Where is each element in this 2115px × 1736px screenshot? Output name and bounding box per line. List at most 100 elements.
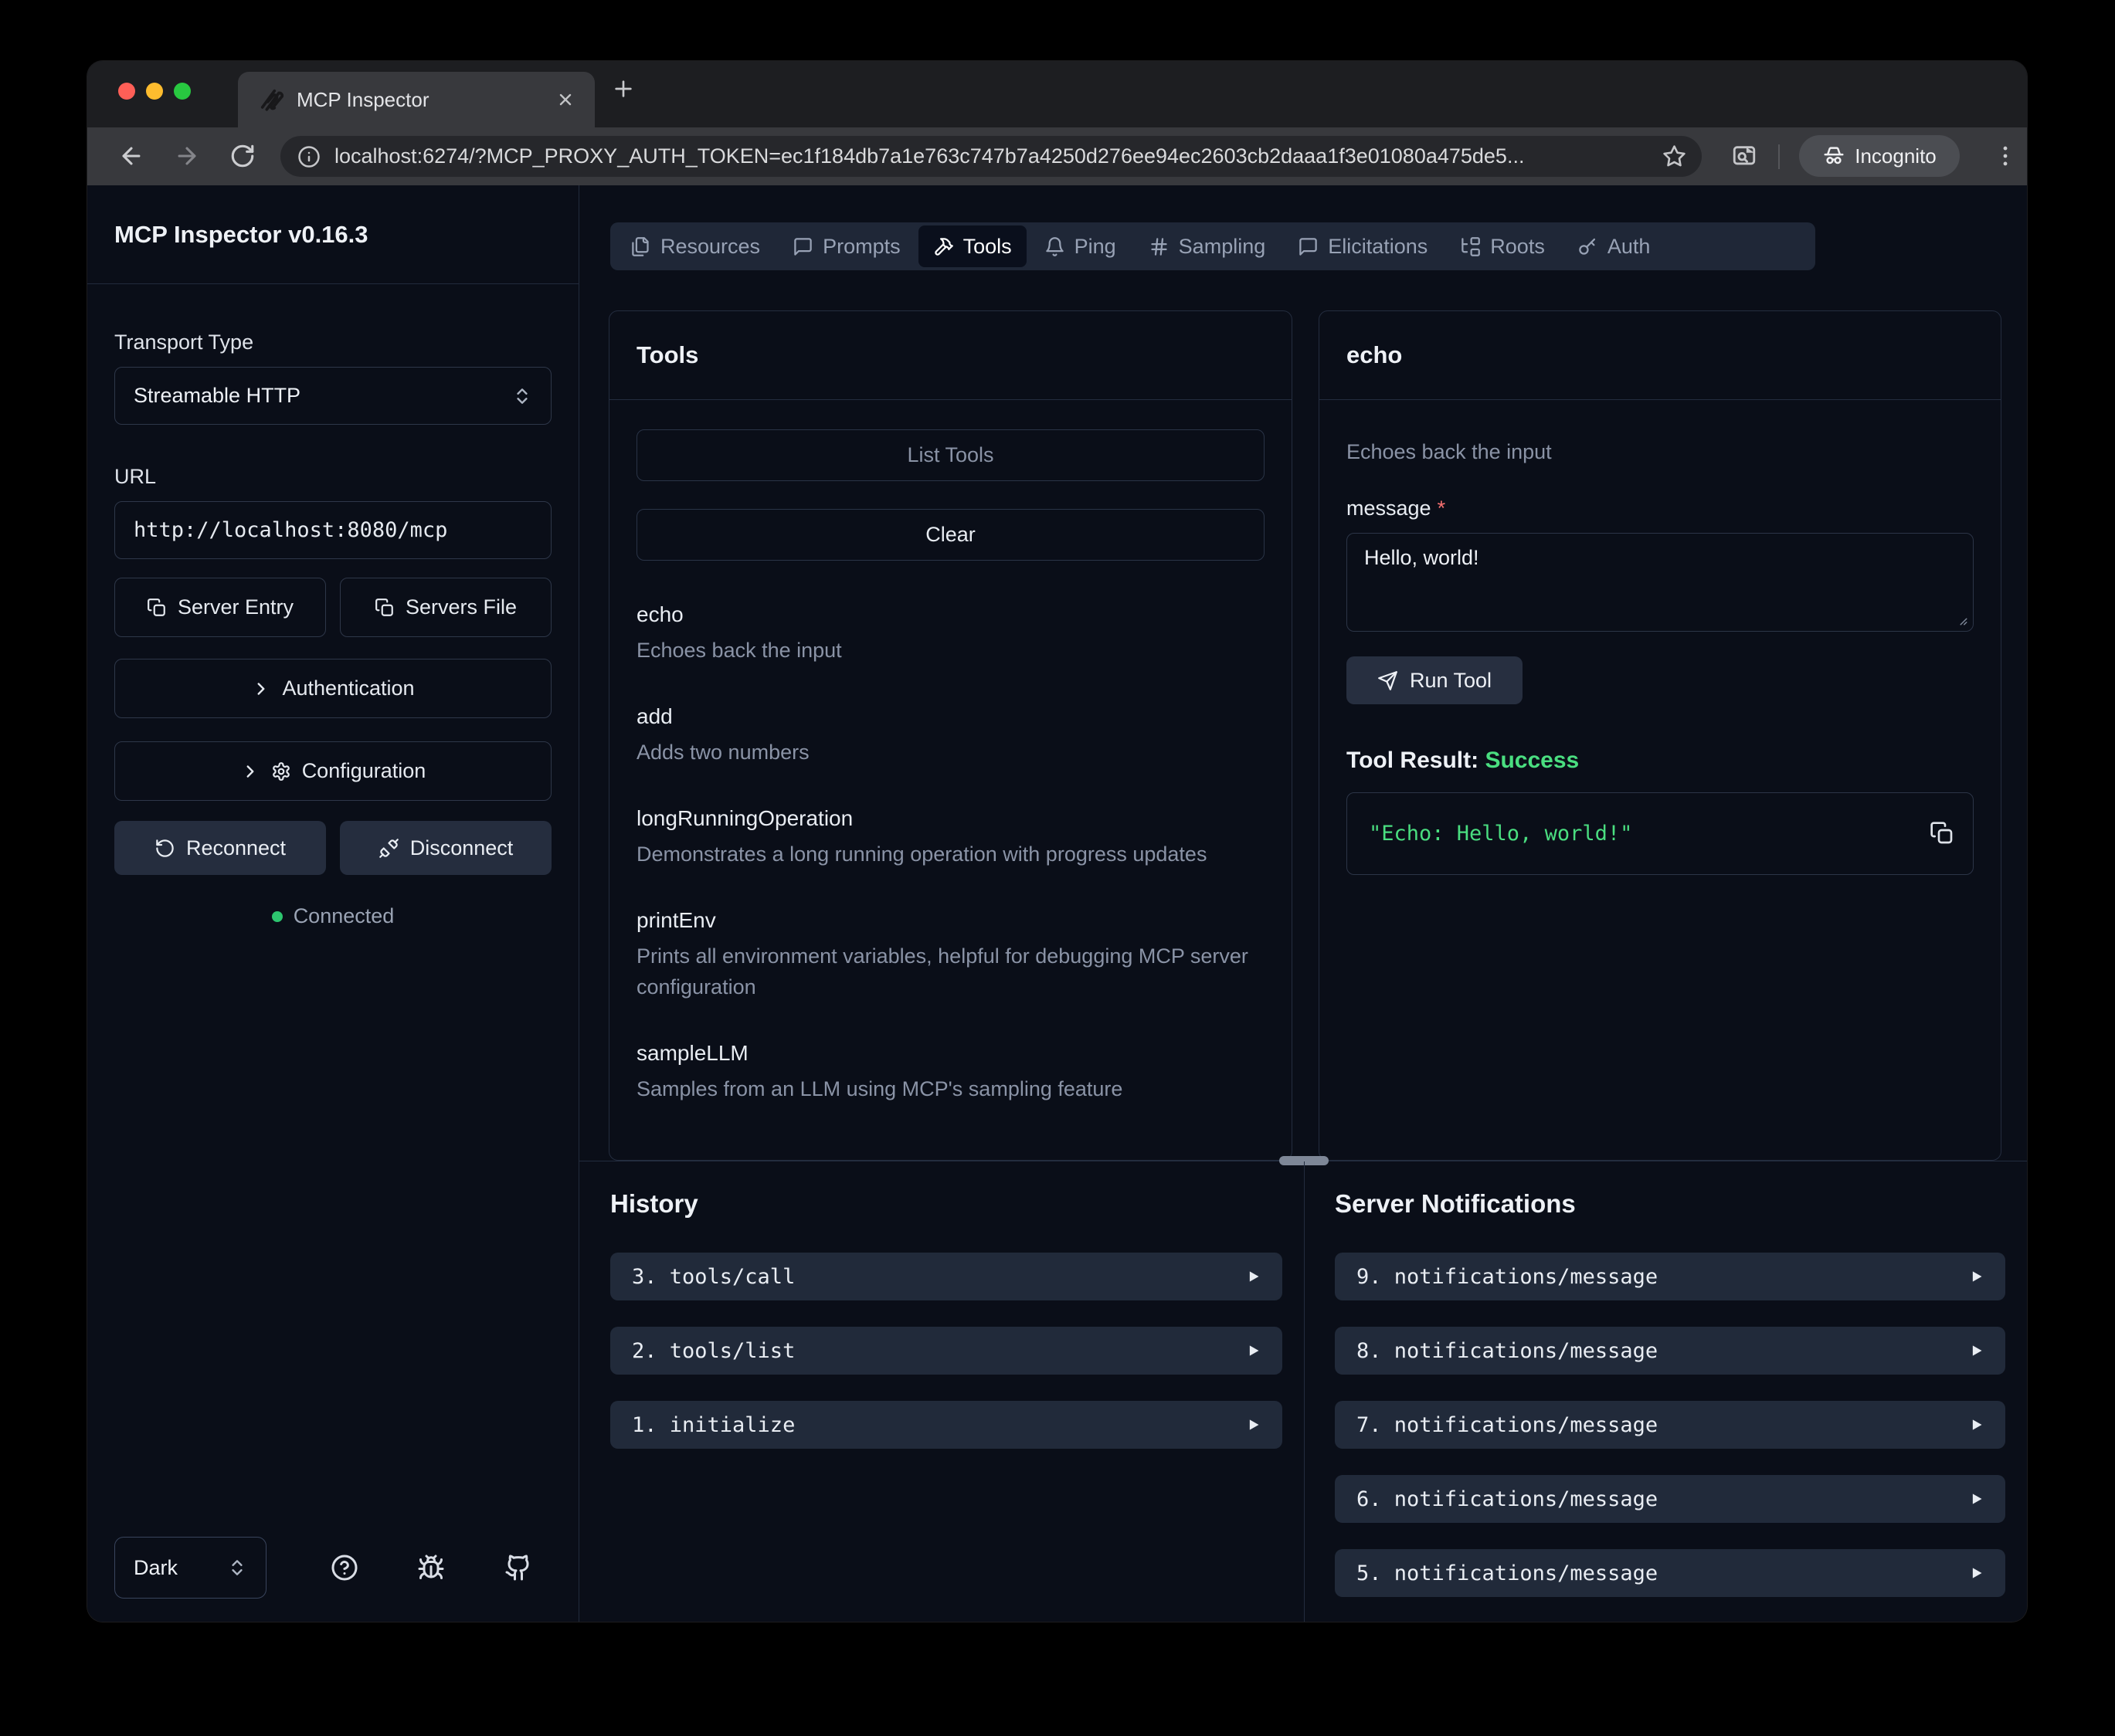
reconnect-label: Reconnect [186,836,286,860]
tool-description: Echoes back the input [637,635,1265,666]
tool-name: add [637,704,1265,729]
expand-play-icon [1968,1491,1984,1507]
reconnect-button[interactable]: Reconnect [114,821,326,875]
tab-elicitations[interactable]: Elicitations [1283,227,1442,266]
server-url-input[interactable]: http://localhost:8080/mcp [114,501,552,559]
tool-item-longrunningoperation[interactable]: longRunningOperation Demonstrates a long… [637,806,1265,870]
tab-search-icon[interactable] [1731,143,1757,169]
browser-window: MCP Inspector localhost:6274/?MCP_PROXY_… [87,61,2027,1622]
help-icon[interactable] [331,1554,358,1582]
expand-play-icon [1245,1417,1261,1433]
tab-sampling[interactable]: Sampling [1134,227,1281,266]
url-label: URL [114,465,552,489]
tool-detail-title: echo [1319,311,2001,400]
unplug-icon [379,838,399,859]
notification-entry: 9. notifications/message [1356,1265,1658,1289]
theme-select[interactable]: Dark [114,1537,266,1599]
connection-status: Connected [114,904,552,928]
history-panel: History 3. tools/call 2. tools/list 1. i… [610,1189,1282,1449]
tab-close-icon[interactable] [556,90,575,109]
param-name: message [1346,497,1431,520]
message-input[interactable]: Hello, world! [1346,533,1974,632]
param-label: message * [1346,497,1974,520]
notification-row[interactable]: 7. notifications/message [1335,1401,2005,1449]
server-entry-button[interactable]: Server Entry [114,578,326,637]
expand-play-icon [1968,1565,1984,1581]
section-tabs: Resources Prompts Tools Ping [610,222,1815,270]
list-tools-button[interactable]: List Tools [637,429,1265,481]
browser-tab[interactable]: MCP Inspector [238,72,595,127]
required-asterisk: * [1438,497,1446,520]
message-value: Hello, world! [1364,546,1479,569]
hammer-icon [933,236,954,257]
expand-play-icon [1968,1417,1984,1433]
expand-play-icon [1245,1269,1261,1284]
new-tab-button[interactable] [611,76,636,101]
github-icon[interactable] [504,1554,532,1582]
address-bar[interactable]: localhost:6274/?MCP_PROXY_AUTH_TOKEN=ec1… [280,136,1702,177]
history-row[interactable]: 3. tools/call [610,1253,1282,1300]
tool-item-echo[interactable]: echo Echoes back the input [637,602,1265,666]
tab-label: Elicitations [1328,235,1428,259]
message-square-icon [793,236,813,257]
sidebar-footer: Dark [114,1537,552,1600]
incognito-label: Incognito [1855,144,1937,168]
gear-icon [271,761,291,782]
transport-type-select[interactable]: Streamable HTTP [114,367,552,425]
tab-tools[interactable]: Tools [918,225,1027,267]
reload-icon[interactable] [229,143,256,169]
tab-roots[interactable]: Roots [1445,227,1560,266]
servers-file-label: Servers File [406,595,517,619]
bookmark-star-icon[interactable] [1662,144,1686,168]
tool-item-samplellm[interactable]: sampleLLM Samples from an LLM using MCP'… [637,1041,1265,1104]
send-icon [1377,670,1398,691]
tool-description: Prints all environment variables, helpfu… [637,941,1265,1002]
tab-label: Ping [1074,235,1116,259]
window-minimize-button[interactable] [146,83,163,100]
bug-icon[interactable] [417,1554,445,1582]
tool-name: echo [637,602,1265,627]
tab-ping[interactable]: Ping [1030,227,1131,266]
browser-menu-icon[interactable] [1992,143,2018,169]
notification-row[interactable]: 9. notifications/message [1335,1253,2005,1300]
result-value: "Echo: Hello, world!" [1369,822,1632,846]
app-title: MCP Inspector v0.16.3 [87,185,579,284]
browser-tabstrip: MCP Inspector [87,61,2027,127]
back-icon[interactable] [118,143,144,169]
tab-auth[interactable]: Auth [1563,227,1665,266]
tool-description: Adds two numbers [637,737,1265,768]
copy-icon [375,598,395,618]
notification-row[interactable]: 5. notifications/message [1335,1549,2005,1597]
configuration-button[interactable]: Configuration [114,741,552,801]
window-close-button[interactable] [118,83,135,100]
tab-prompts[interactable]: Prompts [778,227,915,266]
servers-file-button[interactable]: Servers File [340,578,552,637]
forward-icon[interactable] [174,143,200,169]
tab-resources[interactable]: Resources [616,227,775,266]
disconnect-button[interactable]: Disconnect [340,821,552,875]
clear-tools-button[interactable]: Clear [637,509,1265,561]
history-entry: 2. tools/list [632,1339,795,1363]
site-info-icon[interactable] [297,145,321,168]
sidebar: MCP Inspector v0.16.3 Transport Type Str… [87,185,579,1622]
resize-grip-icon[interactable] [1954,612,1968,626]
notification-row[interactable]: 6. notifications/message [1335,1475,2005,1523]
expand-play-icon [1968,1343,1984,1358]
chevron-right-icon [251,679,271,699]
tool-detail-panel: echo Echoes back the input message* Hell… [1319,310,2001,1161]
expand-play-icon [1968,1269,1984,1284]
tab-label: Prompts [823,235,901,259]
history-row[interactable]: 2. tools/list [610,1327,1282,1375]
notification-row[interactable]: 8. notifications/message [1335,1327,2005,1375]
authentication-button[interactable]: Authentication [114,659,552,718]
hash-icon [1149,236,1170,257]
history-row[interactable]: 1. initialize [610,1401,1282,1449]
tool-item-printenv[interactable]: printEnv Prints all environment variable… [637,908,1265,1002]
url-text: localhost:6274/?MCP_PROXY_AUTH_TOKEN=ec1… [334,144,1524,168]
tool-item-add[interactable]: add Adds two numbers [637,704,1265,768]
server-notifications-panel: Server Notifications 9. notifications/me… [1335,1189,2005,1597]
run-tool-button[interactable]: Run Tool [1346,656,1523,704]
bottom-column-divider [1304,1161,1305,1622]
copy-result-icon[interactable] [1930,821,1954,846]
window-zoom-button[interactable] [174,83,191,100]
